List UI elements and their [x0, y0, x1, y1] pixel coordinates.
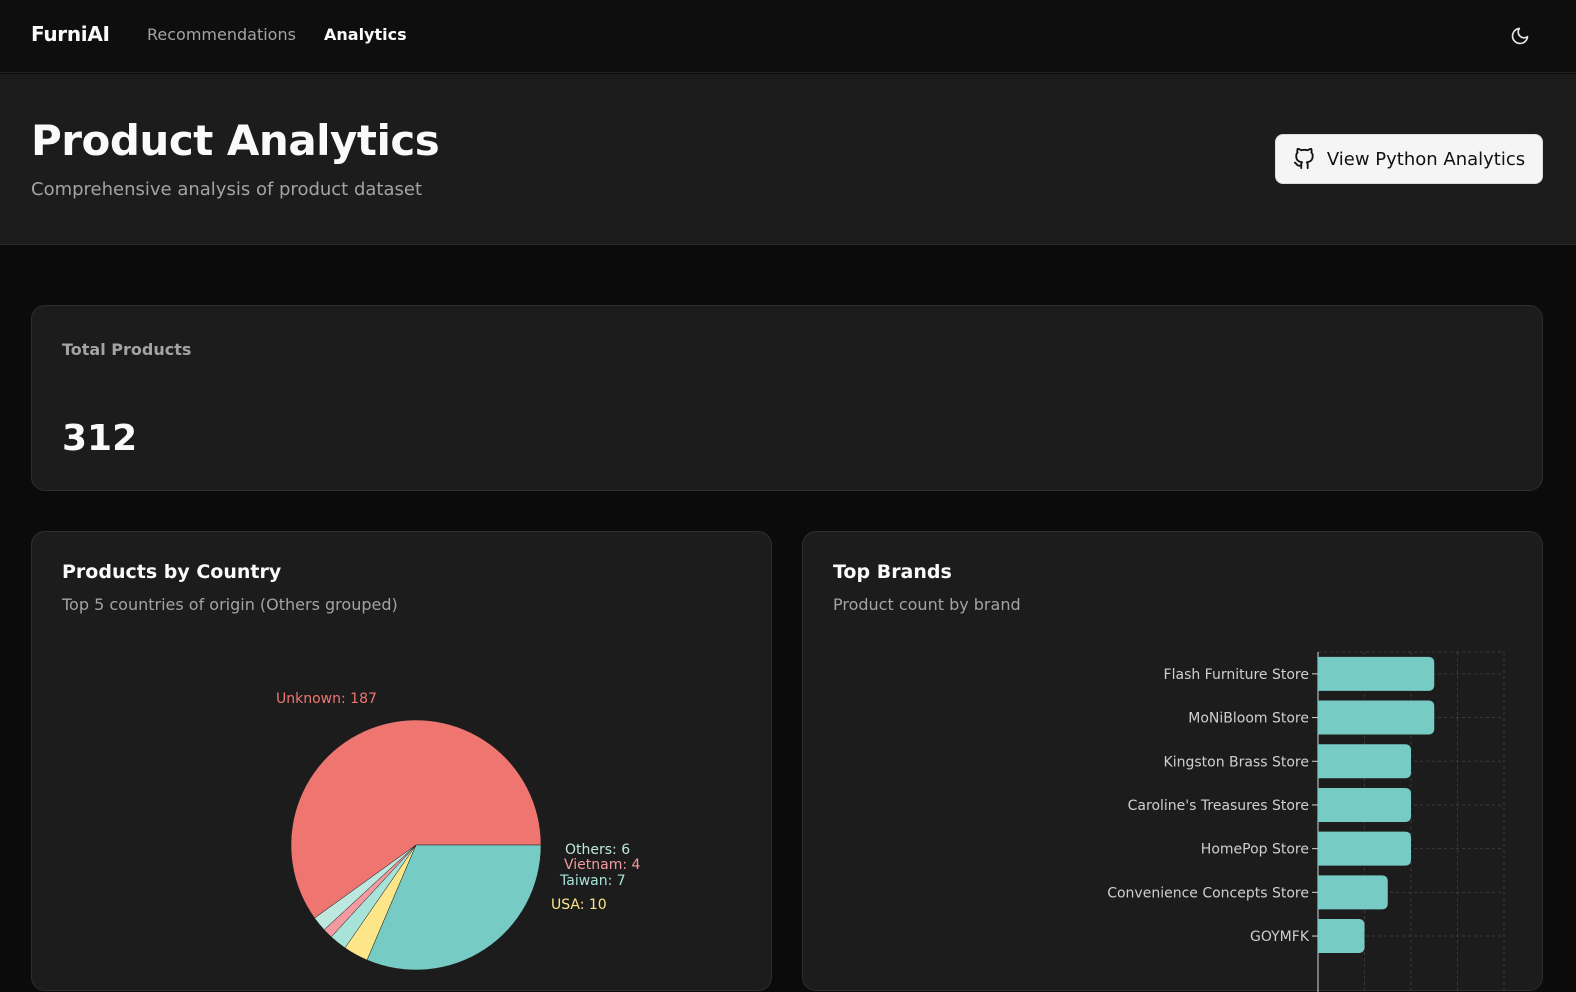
view-python-analytics-label: View Python Analytics	[1326, 148, 1526, 170]
brand-label: HomePop Store	[1201, 842, 1309, 858]
brand-label: Kingston Brass Store	[1164, 754, 1309, 770]
pie-label-others: Others: 6	[565, 842, 630, 858]
country-pie-chart: Unknown: 187 USA: 10 Taiwan: 7Vietnam: 4Ot…	[276, 691, 641, 971]
brand-bar[interactable]	[1318, 787, 1411, 822]
pie-label-vietnam: Vietnam: 4	[564, 857, 641, 873]
page-subtitle: Comprehensive analysis of product datase…	[31, 179, 423, 200]
nav-link-analytics[interactable]: Analytics	[324, 25, 407, 44]
pie-label-unknown: Unknown: 187	[276, 691, 377, 707]
brands-bar-chart: Flash Furniture Store MoNiBloom Store King…	[1107, 651, 1505, 992]
products-by-country-card: Products by Country Top 5 countries of o…	[31, 531, 772, 991]
brand-logo[interactable]: FurniAI	[31, 22, 110, 46]
page-title: Product Analytics	[31, 116, 440, 165]
brand-bar[interactable]	[1318, 700, 1435, 735]
github-icon	[1293, 148, 1314, 170]
brand-label: Flash Furniture Store	[1164, 667, 1309, 683]
theme-toggle-button[interactable]	[1506, 22, 1534, 50]
moon-icon	[1511, 27, 1529, 45]
page-header: Product Analytics Comprehensive analysis…	[0, 74, 1576, 245]
pie-label-taiwan: Taiwan: 7	[559, 873, 626, 889]
brand-bar[interactable]	[1318, 831, 1411, 866]
brand-bar[interactable]	[1318, 875, 1388, 910]
total-products-card: Total Products 312	[31, 305, 1543, 491]
brand-bar[interactable]	[1318, 744, 1411, 779]
total-products-label: Total Products	[62, 340, 192, 359]
total-products-value: 312	[62, 418, 138, 459]
view-python-analytics-button[interactable]: View Python Analytics	[1275, 134, 1543, 184]
top-brands-card: Top Brands Product count by brand Flash …	[802, 531, 1543, 992]
brand-label: Caroline's Treasures Store	[1128, 798, 1309, 814]
pie-label-usa: USA: 10	[551, 897, 607, 913]
top-navbar: FurniAI Recommendations Analytics	[0, 0, 1576, 73]
brand-bar[interactable]	[1318, 919, 1365, 954]
brand-bar[interactable]	[1318, 656, 1435, 691]
brand-label: MoNiBloom Store	[1188, 711, 1309, 727]
nav-link-recommendations[interactable]: Recommendations	[147, 25, 296, 44]
brand-label: GOYMFK	[1250, 929, 1310, 945]
brand-label: Convenience Concepts Store	[1107, 885, 1309, 901]
